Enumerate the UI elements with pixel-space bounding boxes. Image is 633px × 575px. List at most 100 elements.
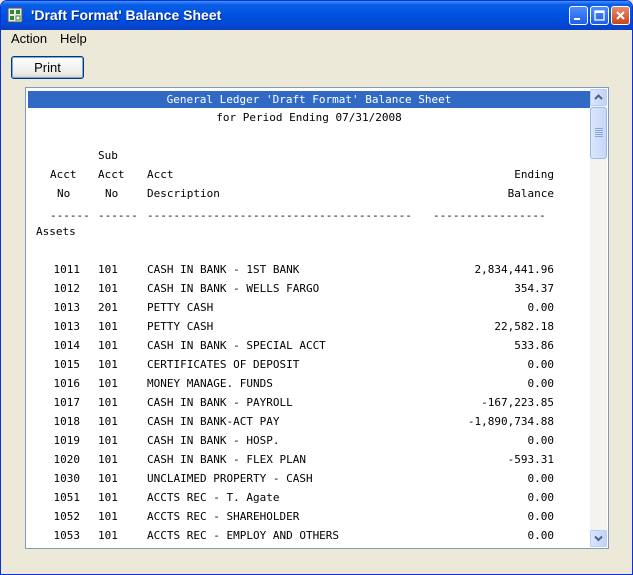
close-button[interactable] [611, 6, 630, 25]
menu-help[interactable]: Help [60, 31, 87, 46]
row-acct: 1012 [53, 282, 81, 295]
row-acct: 1020 [53, 453, 81, 466]
row-acct: 1016 [53, 377, 81, 390]
scroll-thumb[interactable] [590, 107, 607, 159]
row-sub-acct: 101 [98, 453, 118, 466]
row-acct: 1015 [53, 358, 81, 371]
row-balance: 533.86 [514, 339, 554, 352]
row-balance: 0.00 [527, 491, 555, 504]
app-icon [7, 7, 23, 23]
row-description: CASH IN BANK - WELLS FARGO [147, 282, 320, 295]
report-title: General Ledger 'Draft Format' Balance Sh… [28, 91, 590, 108]
row-description: CASH IN BANK - SPECIAL ACCT [147, 339, 326, 352]
row-sub-acct: 101 [98, 434, 118, 447]
row-acct: 1030 [53, 472, 81, 485]
minimize-button[interactable] [569, 6, 588, 25]
row-balance: 0.00 [527, 472, 555, 485]
minimize-icon [574, 18, 580, 20]
maximize-button[interactable] [590, 6, 609, 25]
row-sub-acct: 201 [98, 301, 118, 314]
report-view[interactable]: General Ledger 'Draft Format' Balance Sh… [25, 87, 609, 549]
balance-sheet-window: 'Draft Format' Balance Sheet Action Help… [0, 0, 633, 575]
row-sub-acct: 101 [98, 358, 118, 371]
row-acct: 1011 [53, 263, 81, 276]
row-sub-acct: 101 [98, 396, 118, 409]
close-icon [616, 11, 625, 20]
row-balance: -593.31 [507, 453, 554, 466]
row-description: CASH IN BANK - FLEX PLAN [147, 453, 306, 466]
row-balance: 354.37 [514, 282, 554, 295]
row-sub-acct: 101 [98, 263, 118, 276]
col-header-balance: Balance [507, 187, 554, 200]
row-description: CASH IN BANK - PAYROLL [147, 396, 293, 409]
row-description: CASH IN BANK - 1ST BANK [147, 263, 300, 276]
row-balance: 22,582.18 [494, 320, 554, 333]
col-header-ending: Ending [514, 168, 554, 181]
row-description: PETTY CASH [147, 320, 214, 333]
row-balance: 2,834,441.96 [474, 263, 554, 276]
row-sub-acct: 101 [98, 282, 118, 295]
row-balance: -167,223.85 [481, 396, 554, 409]
row-description: CASH IN BANK - HOSP. [147, 434, 280, 447]
row-description: UNCLAIMED PROPERTY - CASH [147, 472, 313, 485]
arrow-down-icon [594, 535, 603, 542]
col-header-no: No [57, 187, 71, 200]
print-button[interactable]: Print [11, 56, 84, 79]
row-sub-acct: 101 [98, 377, 118, 390]
arrow-up-icon [594, 94, 603, 100]
row-description: CASH IN BANK-ACT PAY [147, 415, 280, 428]
col-header-sub-acct: Acct [98, 168, 125, 181]
row-acct: 1053 [53, 529, 81, 542]
scroll-up-button[interactable] [590, 89, 607, 106]
row-acct: 1013 [53, 320, 81, 333]
report-period: for Period Ending 07/31/2008 [216, 111, 402, 124]
row-sub-acct: 101 [98, 510, 118, 523]
row-sub-acct: 101 [98, 491, 118, 504]
col-header-sub: Sub [98, 149, 118, 162]
row-description: ACCTS REC - EMPLOY AND OTHERS [147, 529, 340, 542]
scroll-down-button[interactable] [590, 530, 607, 547]
row-description: ACCTS REC - SHAREHOLDER [147, 510, 300, 523]
row-balance: 0.00 [527, 434, 555, 447]
row-balance: 0.00 [527, 529, 555, 542]
row-sub-acct: 101 [98, 529, 118, 542]
row-sub-acct: 101 [98, 415, 118, 428]
row-balance: 0.00 [527, 301, 555, 314]
col-header-acct-desc: Acct [147, 168, 174, 181]
row-acct: 1014 [53, 339, 81, 352]
row-description: CERTIFICATES OF DEPOSIT [147, 358, 300, 371]
row-acct: 1051 [53, 491, 81, 504]
row-acct: 1018 [53, 415, 81, 428]
row-balance: -1,890,734.88 [467, 415, 554, 428]
row-acct: 1052 [53, 510, 81, 523]
col-header-sub-no: No [105, 187, 119, 200]
separator-sub: ------ [98, 209, 138, 222]
maximize-icon [594, 10, 605, 21]
separator-acct: ------ [50, 209, 90, 222]
section-assets: Assets [36, 225, 76, 238]
row-acct: 1017 [53, 396, 81, 409]
vertical-scrollbar[interactable] [590, 89, 607, 547]
report-content: General Ledger 'Draft Format' Balance Sh… [28, 89, 590, 547]
menu-bar: Action Help [1, 30, 632, 49]
menu-action[interactable]: Action [11, 31, 47, 46]
separator-bal: ----------------- [433, 209, 546, 222]
menu-help-label: Help [60, 31, 87, 46]
row-balance: 0.00 [527, 377, 555, 390]
row-description: MONEY MANAGE. FUNDS [147, 377, 273, 390]
title-bar[interactable]: 'Draft Format' Balance Sheet [1, 1, 632, 30]
row-sub-acct: 101 [98, 320, 118, 333]
row-balance: 0.00 [527, 358, 555, 371]
row-description: ACCTS REC - T. Agate [147, 491, 280, 504]
separator-desc: ---------------------------------------- [147, 209, 412, 222]
row-sub-acct: 101 [98, 339, 118, 352]
col-header-description: Description [147, 187, 220, 200]
menu-action-label: Action [11, 31, 48, 46]
col-header-acct: Acct [50, 168, 77, 181]
row-sub-acct: 101 [98, 472, 118, 485]
window-title: 'Draft Format' Balance Sheet [31, 7, 222, 23]
row-balance: 0.00 [527, 510, 555, 523]
row-acct: 1013 [53, 301, 81, 314]
row-acct: 1019 [53, 434, 81, 447]
row-description: PETTY CASH [147, 301, 214, 314]
